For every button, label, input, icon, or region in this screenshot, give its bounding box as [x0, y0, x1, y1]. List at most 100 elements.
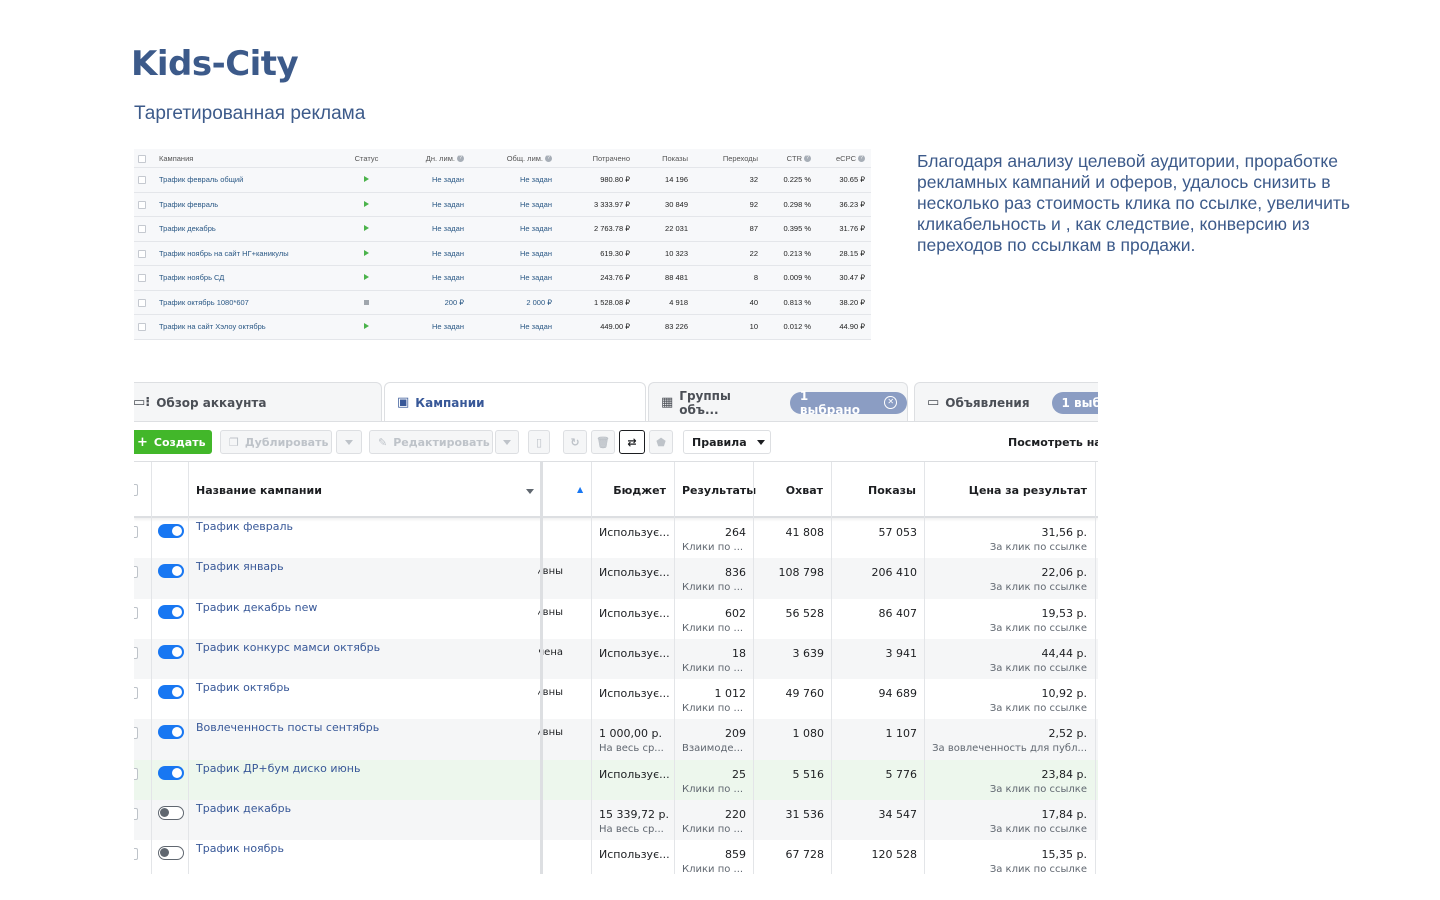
campaign-row[interactable]: Трафик декабрь 15 339,72 р. На весь ср... 2… — [134, 800, 1098, 841]
campaign-name-link[interactable]: Трафик ноябрь на сайт НГ+каникулы — [159, 249, 339, 258]
campaign-toggle[interactable] — [158, 846, 184, 861]
col-reach[interactable]: Охват — [786, 484, 823, 497]
campaign-name-link[interactable]: Трафик январь — [196, 560, 284, 573]
campaign-name-link[interactable]: Трафик декабрь new — [196, 601, 317, 614]
total-limit-link[interactable]: 2 000 ₽ — [526, 297, 552, 307]
col-spent[interactable]: Потрачено — [552, 154, 630, 163]
col-cost-per-result[interactable]: Цена за результат — [969, 484, 1087, 497]
campaign-toggle[interactable] — [158, 685, 184, 700]
campaign-row[interactable]: Трафик февраль Использує... 264 Клики по ..… — [134, 518, 1098, 558]
tab-account-overview[interactable]: ▭⁝ Обзор аккаунта — [134, 382, 382, 422]
help-icon[interactable]: ? — [804, 155, 811, 163]
day-limit-link[interactable]: Не задан — [432, 224, 464, 234]
rules-button[interactable]: Правила — [683, 430, 771, 454]
status-indicator[interactable] — [339, 298, 394, 307]
row-checkbox[interactable] — [138, 176, 146, 185]
row-checkbox[interactable] — [134, 808, 138, 821]
help-icon[interactable]: ? — [457, 155, 464, 163]
campaign-toggle[interactable] — [158, 564, 184, 579]
day-limit-link[interactable]: Не задан — [432, 273, 464, 283]
vk-table-row[interactable]: Трафик октябрь 1080*607 200 ₽ 2 000 ₽ 1 528… — [134, 290, 871, 315]
campaign-toggle[interactable] — [158, 604, 184, 619]
help-icon[interactable]: ? — [545, 155, 552, 163]
status-indicator[interactable] — [339, 249, 394, 258]
campaign-name-link[interactable]: Трафик декабрь — [196, 802, 291, 815]
status-indicator[interactable] — [339, 322, 394, 331]
campaign-toggle[interactable] — [158, 806, 184, 821]
col-status[interactable]: Статус — [339, 154, 394, 163]
vk-table-row[interactable]: Трафик февраль Не задан Не задан 3 333.97 ₽… — [134, 192, 871, 217]
col-results[interactable]: Результаты — [682, 484, 756, 497]
col-day-limit[interactable]: Дн. лим.? — [394, 154, 464, 163]
row-checkbox[interactable] — [134, 848, 138, 861]
total-limit-link[interactable]: Не задан — [520, 175, 552, 185]
row-checkbox[interactable] — [138, 225, 146, 234]
campaign-row[interactable]: Трафик ДР+бум диско июнь Использує... 25 Кл… — [134, 759, 1098, 801]
campaign-row[interactable]: Трафик конкурс мамси октябрь чена Использу… — [134, 638, 1098, 680]
copy-button[interactable]: ▯ — [528, 430, 550, 454]
day-limit-link[interactable]: 200 ₽ — [444, 297, 464, 307]
refresh-button[interactable]: ↻ — [563, 430, 587, 454]
campaign-name-link[interactable]: Трафик декабрь — [159, 224, 339, 233]
campaign-toggle[interactable] — [158, 644, 184, 659]
help-icon[interactable]: ? — [858, 155, 865, 163]
ads-selected-pill[interactable]: 1 выб — [1051, 391, 1098, 414]
tab-ads[interactable]: ▭ Объявления 1 выб — [914, 382, 1098, 422]
col-budget[interactable]: Бюджет — [613, 484, 666, 497]
campaign-row[interactable]: Трафик ноябрь Использує... 859 Клики по ...… — [134, 840, 1098, 874]
campaign-name-link[interactable]: Трафик февраль общий — [159, 175, 339, 184]
vk-table-row[interactable]: Трафик ноябрь СД Не задан Не задан 243.76 ₽… — [134, 266, 871, 291]
vk-table-row[interactable]: Трафик на сайт Хэлоу октябрь Не задан Не з… — [134, 315, 871, 340]
row-checkbox[interactable] — [138, 323, 146, 332]
tab-adsets[interactable]: ▦ Группы объ... 1 выбрано ✕ — [648, 382, 908, 422]
col-ecpc[interactable]: eCPC? — [811, 154, 869, 163]
campaign-row[interactable]: Трафик октябрь ивны Использує... 1 012 Клики… — [134, 679, 1098, 719]
edit-dropdown-button[interactable] — [495, 430, 519, 454]
campaign-name-link[interactable]: Трафик февраль — [196, 520, 293, 533]
campaign-name-link[interactable]: Трафик октябрь — [196, 681, 290, 694]
sort-asc-icon[interactable]: ▲ — [577, 485, 583, 494]
col-shows[interactable]: Показы — [630, 154, 688, 163]
total-limit-link[interactable]: Не задан — [520, 248, 552, 258]
campaign-toggle[interactable] — [158, 765, 184, 780]
campaign-name-link[interactable]: Трафик ДР+бум диско июнь — [196, 762, 360, 775]
row-checkbox[interactable] — [138, 249, 146, 258]
col-campaign-name[interactable]: Название кампании — [196, 484, 322, 497]
delete-button[interactable]: 🗑 — [591, 430, 615, 454]
row-checkbox[interactable] — [134, 526, 138, 538]
select-all-checkbox[interactable] — [134, 484, 138, 496]
row-checkbox[interactable] — [134, 606, 138, 619]
col-impressions[interactable]: Показы — [868, 484, 916, 497]
tab-campaigns[interactable]: ▣ Кампании — [384, 382, 646, 422]
campaign-name-link[interactable]: Трафик конкурс мамси октябрь — [196, 641, 380, 654]
row-checkbox[interactable] — [134, 687, 138, 700]
day-limit-link[interactable]: Не задан — [432, 322, 464, 332]
campaign-row[interactable]: Трафик декабрь new ивны Использує... 602 Кли… — [134, 599, 1098, 639]
total-limit-link[interactable]: Не задан — [520, 224, 552, 234]
row-checkbox[interactable] — [138, 200, 146, 209]
total-limit-link[interactable]: Не задан — [520, 322, 552, 332]
vk-table-row[interactable]: Трафик декабрь Не задан Не задан 2 763.78 ₽… — [134, 217, 871, 242]
campaign-name-link[interactable]: Трафик февраль — [159, 200, 339, 209]
ab-test-button[interactable]: ⇄ — [619, 430, 645, 454]
day-limit-link[interactable]: Не задан — [432, 199, 464, 209]
row-checkbox[interactable] — [134, 566, 138, 579]
row-checkbox[interactable] — [138, 298, 146, 307]
row-checkbox[interactable] — [134, 727, 138, 740]
edit-button[interactable]: ✎ Редактировать — [369, 430, 493, 454]
tag-button[interactable]: ⬟ — [649, 430, 673, 454]
campaign-row[interactable]: Трафик январь ивны Использує... 836 Клики по… — [134, 558, 1098, 599]
day-limit-link[interactable]: Не задан — [432, 248, 464, 258]
status-indicator[interactable] — [339, 175, 394, 184]
campaign-toggle[interactable] — [158, 725, 184, 740]
row-checkbox[interactable] — [138, 274, 146, 283]
create-button[interactable]: + Создать — [134, 430, 212, 454]
duplicate-button[interactable]: ❐ Дублировать — [220, 430, 332, 454]
duplicate-dropdown-button[interactable] — [336, 430, 362, 454]
total-limit-link[interactable]: Не задан — [520, 273, 552, 283]
row-checkbox[interactable] — [134, 767, 138, 780]
col-campaign[interactable]: Кампания — [159, 154, 339, 163]
day-limit-link[interactable]: Не задан — [432, 175, 464, 185]
campaign-name-link[interactable]: Трафик ноябрь СД — [159, 273, 339, 282]
campaign-name-link[interactable]: Трафик на сайт Хэлоу октябрь — [159, 322, 339, 331]
